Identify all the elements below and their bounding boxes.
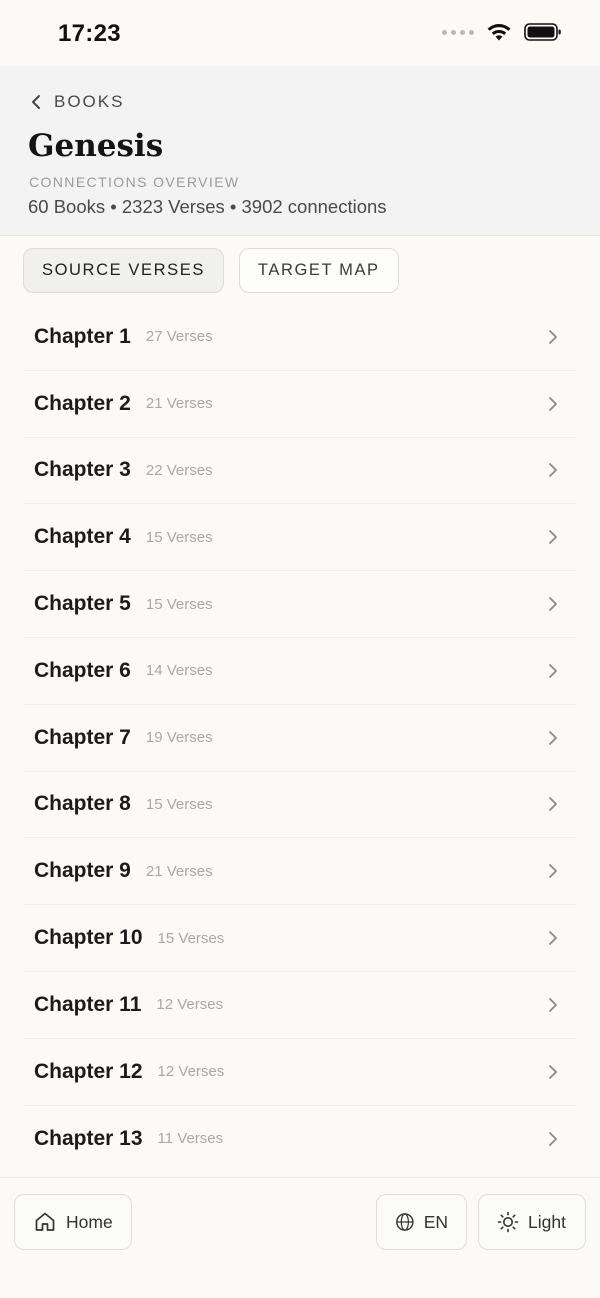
chapter-row[interactable]: Chapter 7 19 Verses — [24, 705, 576, 772]
home-button[interactable]: Home — [14, 1194, 132, 1250]
chapter-row[interactable]: Chapter 2 21 Verses — [24, 371, 576, 438]
chapter-row[interactable]: Chapter 4 15 Verses — [24, 504, 576, 572]
chapter-name: Chapter 2 — [34, 391, 131, 415]
wifi-icon — [487, 24, 511, 41]
chapter-row[interactable]: Chapter 1 27 Verses — [24, 304, 576, 371]
chapter-list: Chapter 1 27 Verses Chapter 2 21 Verses Chap… — [24, 304, 576, 1172]
chapter-verse-count: 11 Verses — [157, 1130, 224, 1148]
chapter-verse-count: 15 Verses — [157, 929, 225, 947]
chapter-name: Chapter 3 — [34, 458, 131, 482]
chapter-row[interactable]: Chapter 6 14 Verses — [24, 638, 576, 705]
chapter-verse-count: 15 Verses — [145, 795, 213, 813]
chapter-name: Chapter 12 — [34, 1059, 143, 1083]
chapter-name: Chapter 13 — [34, 1126, 143, 1150]
chevron-right-icon — [549, 530, 557, 545]
chapter-row[interactable]: Chapter 13 11 Verses — [24, 1106, 576, 1173]
chapter-row[interactable]: Chapter 8 15 Verses — [24, 772, 576, 839]
chapter-verse-count: 12 Verses — [156, 996, 224, 1014]
chevron-right-icon — [549, 463, 557, 478]
tab-target-map[interactable]: TARGET MAP — [238, 248, 399, 293]
chevron-right-icon — [549, 730, 557, 745]
chapter-verse-count: 27 Verses — [145, 328, 213, 346]
chevron-right-icon — [549, 1064, 557, 1079]
chapter-verse-count: 12 Verses — [157, 1063, 225, 1081]
chapter-verse-count: 21 Verses — [145, 862, 213, 880]
chapter-row[interactable]: Chapter 10 15 Verses — [24, 905, 576, 972]
cellular-signal-icon — [442, 29, 474, 35]
view-tabs: SOURCE VERSES TARGET MAP — [23, 248, 399, 293]
theme-label: Light — [528, 1211, 566, 1232]
chapter-name: Chapter 11 — [34, 992, 142, 1016]
theme-toggle-button[interactable]: Light — [478, 1194, 586, 1250]
chevron-right-icon — [549, 329, 557, 344]
stats-summary: 60 Books • 2323 Verses • 3902 connection… — [28, 196, 387, 217]
house-icon — [35, 1212, 55, 1231]
chapter-name: Chapter 5 — [34, 592, 131, 616]
chevron-right-icon — [549, 931, 557, 945]
chevron-right-icon — [549, 997, 557, 1012]
chapter-name: Chapter 10 — [34, 926, 143, 950]
chapter-name: Chapter 4 — [34, 525, 131, 549]
chapter-row[interactable]: Chapter 9 21 Verses — [24, 838, 576, 906]
chapter-name: Chapter 8 — [34, 792, 131, 816]
chevron-right-icon — [549, 1132, 557, 1146]
chapter-row[interactable]: Chapter 12 12 Verses — [24, 1039, 576, 1106]
status-time: 17:23 — [58, 20, 121, 47]
page-header: BOOKS Genesis CONNECTIONS OVERVIEW 60 Bo… — [0, 66, 600, 236]
status-bar: 17:23 — [0, 0, 600, 66]
chapter-name: Chapter 7 — [34, 725, 131, 749]
language-button[interactable]: EN — [376, 1194, 467, 1250]
chapter-name: Chapter 9 — [34, 859, 131, 883]
chapter-verse-count: 15 Verses — [145, 528, 213, 546]
chevron-right-icon — [549, 663, 557, 678]
chevron-right-icon — [549, 597, 557, 611]
section-overline: CONNECTIONS OVERVIEW — [29, 174, 240, 190]
home-label: Home — [66, 1211, 113, 1232]
chapter-verse-count: 19 Verses — [145, 729, 213, 747]
chapter-verse-count: 22 Verses — [145, 461, 213, 479]
chapter-row[interactable]: Chapter 3 22 Verses — [24, 438, 576, 505]
sun-icon — [497, 1211, 519, 1233]
battery-icon — [524, 23, 561, 41]
back-label: BOOKS — [54, 92, 125, 111]
globe-icon — [396, 1213, 414, 1231]
chapter-row[interactable]: Chapter 11 12 Verses — [24, 972, 576, 1039]
chapter-verse-count: 15 Verses — [145, 595, 213, 613]
back-to-books-button[interactable]: BOOKS — [30, 92, 124, 112]
chevron-left-icon — [32, 95, 40, 109]
bottom-toolbar: Home EN Light — [0, 1177, 600, 1298]
chapter-verse-count: 21 Verses — [145, 395, 213, 413]
tab-source-verses[interactable]: SOURCE VERSES — [23, 248, 224, 293]
chapter-row[interactable]: Chapter 5 15 Verses — [24, 571, 576, 638]
page-title: Genesis — [28, 128, 164, 164]
chapter-verse-count: 14 Verses — [145, 662, 213, 680]
language-label: EN — [423, 1211, 448, 1232]
chevron-right-icon — [549, 864, 557, 879]
chapter-name: Chapter 1 — [34, 324, 131, 348]
chevron-right-icon — [549, 396, 557, 411]
chevron-right-icon — [549, 797, 557, 812]
status-icons — [442, 22, 562, 42]
chapter-name: Chapter 6 — [34, 658, 131, 682]
